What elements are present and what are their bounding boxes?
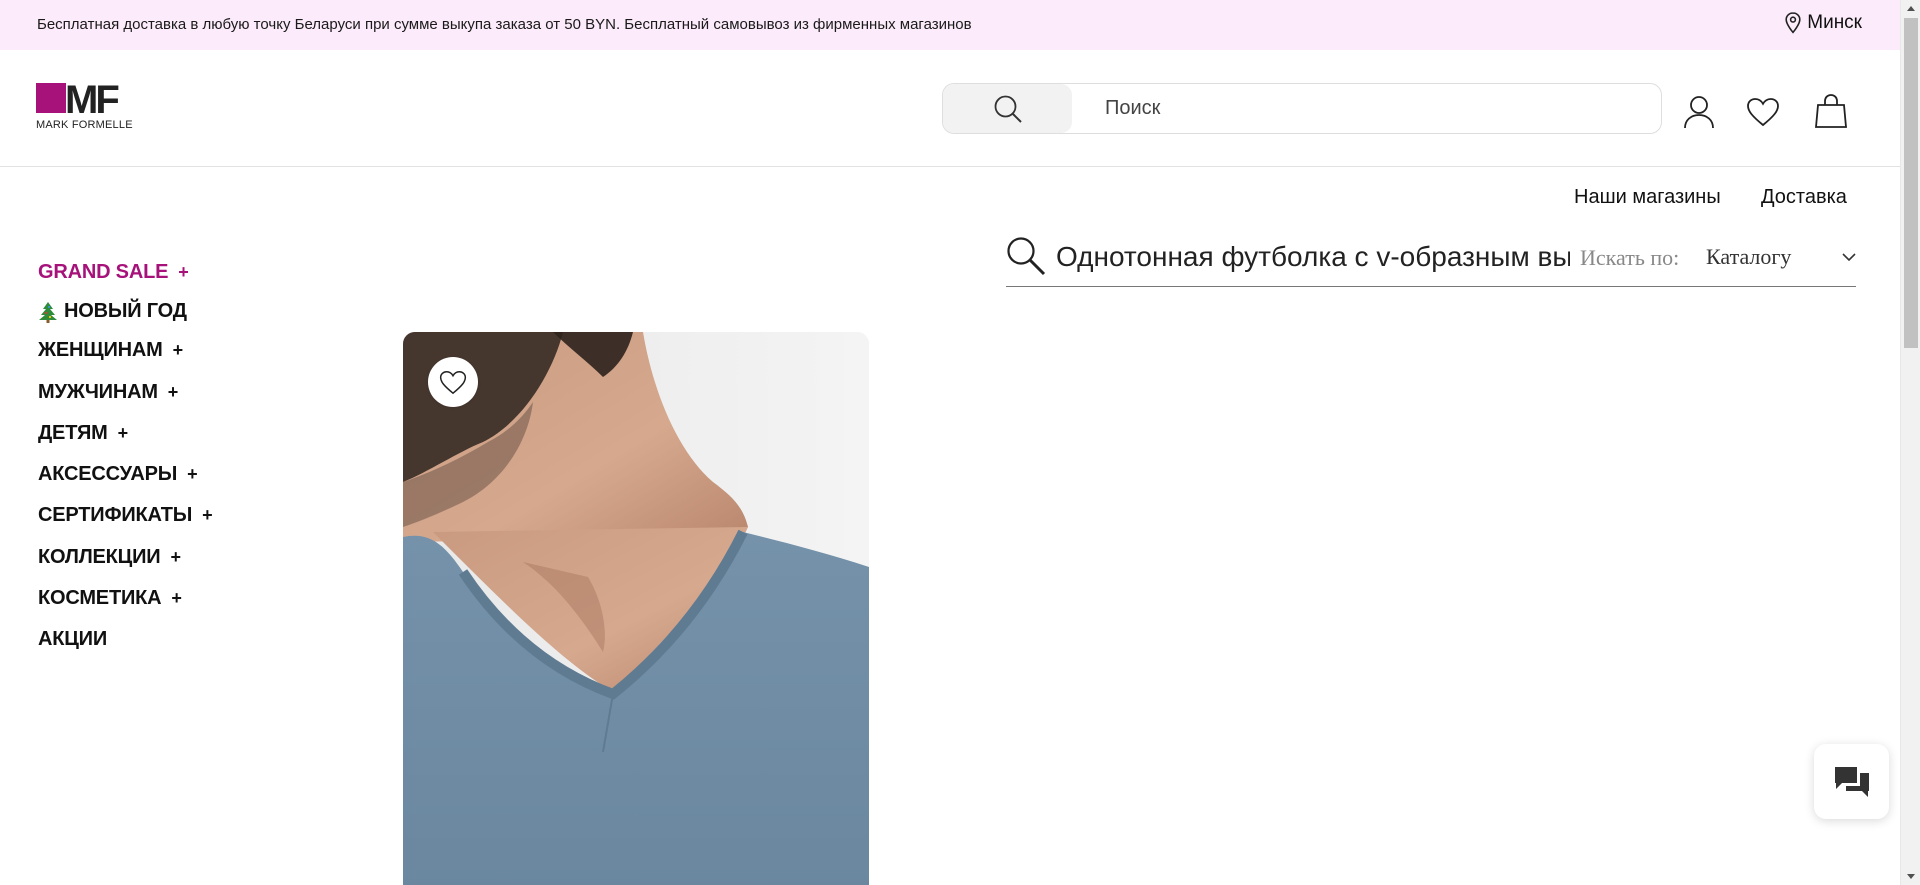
- user-icon: [1684, 96, 1714, 129]
- christmas-tree-icon: [38, 301, 58, 323]
- search-icon: [994, 95, 1022, 123]
- promo-bar: Бесплатная доставка в любую точку Белару…: [0, 0, 1900, 50]
- brand-logo[interactable]: MF MARK FORMELLE: [36, 78, 160, 131]
- catalog-search-bar: Однотонная футболка с v-образным вырезом…: [1006, 230, 1856, 287]
- city-selector[interactable]: Минск: [1785, 12, 1862, 34]
- search-by-value: Каталогу: [1706, 244, 1792, 269]
- category-accessories[interactable]: АКСЕССУАРЫ +: [38, 463, 198, 486]
- category-label: GRAND SALE: [38, 261, 169, 283]
- promo-text: Бесплатная доставка в любую точку Белару…: [37, 16, 972, 33]
- category-promotions[interactable]: АКЦИИ: [38, 628, 107, 651]
- category-men[interactable]: МУЖЧИНАМ +: [38, 381, 178, 404]
- chat-widget-button[interactable]: [1814, 744, 1889, 819]
- product-card[interactable]: [403, 332, 869, 885]
- category-label: КОСМЕТИКА: [38, 587, 162, 609]
- scrollbar-thumb[interactable]: [1904, 18, 1918, 348]
- search-by-label: Искать по:: [1580, 245, 1680, 270]
- svg-text:MF: MF: [65, 81, 118, 122]
- our-stores-link[interactable]: Наши магазины: [1574, 186, 1721, 209]
- expand-icon: +: [178, 262, 189, 282]
- category-collections[interactable]: КОЛЛЕКЦИИ +: [38, 546, 181, 569]
- scroll-down-arrow-icon[interactable]: [1901, 868, 1920, 885]
- expand-icon: +: [117, 423, 129, 443]
- scroll-up-arrow-icon[interactable]: [1901, 0, 1920, 17]
- category-label: КОЛЛЕКЦИИ: [38, 546, 161, 568]
- shopping-bag-icon: [1815, 94, 1847, 128]
- wishlist-button[interactable]: [1746, 97, 1780, 132]
- category-new-year[interactable]: НОВЫЙ ГОД: [38, 300, 187, 323]
- location-pin-icon: [1785, 12, 1801, 34]
- heart-icon: [439, 370, 467, 394]
- delivery-link[interactable]: Доставка: [1761, 186, 1847, 209]
- page-scrollbar[interactable]: [1900, 0, 1920, 885]
- search-input[interactable]: [1105, 84, 1645, 133]
- category-label: ДЕТЯМ: [38, 422, 108, 444]
- cart-button[interactable]: [1814, 93, 1848, 134]
- search-by-select[interactable]: Каталогу: [1706, 240, 1856, 274]
- category-label: МУЖЧИНАМ: [38, 381, 158, 403]
- category-cosmetics[interactable]: КОСМЕТИКА +: [38, 587, 182, 610]
- category-label: НОВЫЙ ГОД: [64, 300, 187, 322]
- svg-text:MARK FORMELLE: MARK FORMELLE: [36, 119, 133, 131]
- search-button[interactable]: [943, 84, 1072, 133]
- chat-bubbles-icon: [1834, 766, 1869, 797]
- heart-icon: [1747, 98, 1779, 127]
- category-women[interactable]: ЖЕНЩИНАМ +: [38, 339, 183, 362]
- logo-mark: MF MARK FORMELLE: [36, 78, 133, 131]
- category-label: АКЦИИ: [38, 628, 108, 650]
- search-icon: [1007, 237, 1046, 276]
- category-grand-sale[interactable]: GRAND SALE +: [38, 261, 189, 284]
- category-label: ЖЕНЩИНАМ: [38, 339, 163, 361]
- category-label: АКСЕССУАРЫ: [38, 463, 178, 485]
- expand-icon: +: [171, 588, 182, 608]
- category-kids[interactable]: ДЕТЯМ +: [38, 422, 128, 445]
- add-to-wishlist-button[interactable]: [428, 357, 478, 407]
- expand-icon: +: [187, 464, 198, 484]
- city-name: Минск: [1807, 12, 1862, 33]
- expand-icon: +: [167, 382, 179, 402]
- category-certificates[interactable]: СЕРТИФИКАТЫ +: [38, 504, 213, 527]
- category-label: СЕРТИФИКАТЫ: [38, 504, 193, 526]
- account-button[interactable]: [1683, 95, 1715, 134]
- expand-icon: +: [170, 547, 181, 567]
- expand-icon: +: [172, 340, 184, 360]
- header-search: [942, 83, 1662, 134]
- expand-icon: +: [202, 505, 213, 525]
- site-header: MF MARK FORMELLE: [0, 50, 1900, 167]
- catalog-search-query[interactable]: Однотонная футболка с v-образным вырезом: [1056, 241, 1570, 273]
- chevron-down-icon: [1842, 253, 1856, 262]
- product-image: [403, 332, 869, 885]
